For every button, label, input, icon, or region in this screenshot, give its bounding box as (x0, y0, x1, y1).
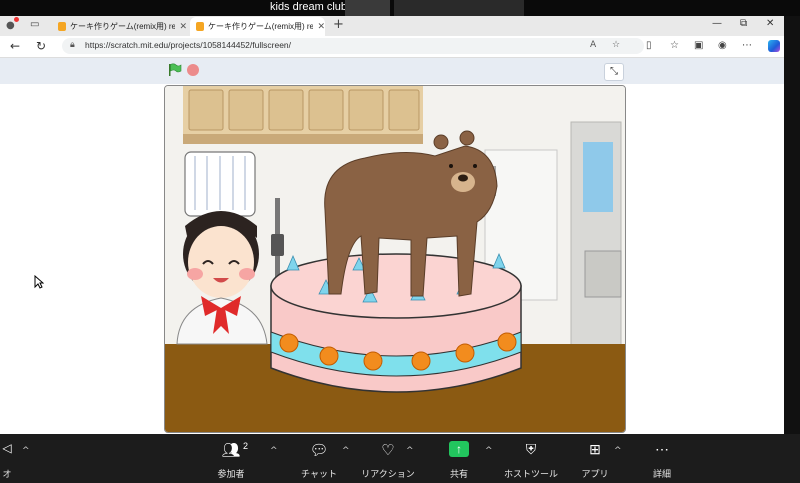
close-tab-icon[interactable]: ✕ (179, 21, 187, 32)
mouse-cursor-icon (34, 275, 44, 289)
minimize-button[interactable]: — (712, 18, 722, 29)
share-button[interactable]: ↑ 共有 (448, 441, 470, 479)
url-text: https://scratch.mit.edu/projects/1058144… (85, 40, 292, 50)
meeting-controls-bar: ◁ オ ^ 👥︎ 2 参加者 ^ 💬︎ チャット ^ ♡ リアクション ^ ↑ … (0, 434, 800, 483)
cabinet-shelf (183, 134, 423, 144)
window-scrollbar[interactable] (784, 16, 800, 434)
more-label: 詳細 (652, 469, 672, 479)
favorites-icon[interactable]: ☆ (670, 40, 679, 51)
close-tab-icon[interactable]: ✕ (317, 21, 325, 32)
participants-button[interactable]: 👥︎ 2 参加者 (216, 441, 249, 479)
shield-icon: ⛨ (525, 441, 537, 457)
apps-icon: ⊞ (589, 441, 601, 457)
meeting-top-bar: kids dream club (0, 0, 800, 16)
more-icon: ⋯ (655, 441, 669, 457)
browser-tab-active[interactable]: ケーキ作りゲーム(remix用) remix on ✕ (190, 17, 325, 36)
host-tools-label: ホストツール (503, 469, 559, 479)
notification-dot (14, 17, 19, 22)
split-screen-icon[interactable]: ▯ (646, 40, 652, 51)
scratch-favicon-icon (58, 22, 66, 31)
lock-icon[interactable]: 🔒︎ (70, 40, 75, 50)
caret-up-icon[interactable]: ^ (614, 446, 622, 456)
profile-icon[interactable]: ● (6, 20, 15, 31)
caret-up-icon[interactable]: ^ (22, 446, 30, 456)
tab-title: ケーキ作りゲーム(remix用) remix on (208, 22, 314, 31)
reload-button[interactable]: ↻ (36, 39, 46, 53)
microwave (584, 250, 622, 298)
scratch-stage[interactable] (164, 85, 626, 433)
participants-label: 参加者 (217, 469, 245, 479)
caret-up-icon[interactable]: ^ (342, 446, 350, 456)
more-menu-icon[interactable]: ⋯ (742, 40, 752, 51)
caret-up-icon[interactable]: ^ (270, 446, 278, 456)
caret-up-icon[interactable]: ^ (485, 446, 493, 456)
share-label: 共有 (449, 469, 469, 479)
back-button[interactable]: ← (10, 39, 20, 53)
chat-label: チャット (301, 469, 337, 479)
apps-label: アプリ (581, 469, 609, 479)
spatula (271, 234, 284, 256)
chat-icon: 💬︎ (309, 442, 329, 459)
shelf-window (583, 142, 613, 212)
exit-fullscreen-icon[interactable]: ⤡ (604, 63, 624, 81)
reactions-label: リアクション (361, 469, 415, 479)
green-flag-icon[interactable] (168, 63, 182, 77)
participant-video-thumbnail[interactable] (394, 0, 524, 16)
host-tools-button[interactable]: ⛨ ホストツール (504, 441, 558, 479)
reactions-button[interactable]: ♡ リアクション (361, 441, 415, 479)
close-window-button[interactable]: ✕ (766, 18, 774, 29)
heart-icon: ♡ (381, 442, 395, 459)
tab-title: ケーキ作りゲーム(remix用) remix on (70, 22, 176, 31)
stage-scene (165, 86, 625, 432)
extensions-icon[interactable]: ◉ (718, 40, 727, 51)
participant-video-thumbnail[interactable] (345, 0, 390, 16)
copilot-icon[interactable] (768, 40, 780, 52)
participants-icon: 👥︎ (221, 442, 241, 459)
tab-actions-icon[interactable]: ▭ (30, 19, 39, 30)
maximize-button[interactable]: ⧉ (740, 18, 747, 29)
scratch-favicon-icon (196, 22, 204, 31)
caret-up-icon[interactable]: ^ (406, 446, 414, 456)
share-screen-icon: ↑ (449, 441, 469, 457)
apps-button[interactable]: ⊞ アプリ (581, 441, 608, 479)
read-aloud-icon[interactable]: A (590, 40, 596, 50)
tab-strip: ● ▭ ケーキ作りゲーム(remix用) remix on ✕ ケーキ作りゲーム… (0, 16, 784, 36)
scratch-controls-bar: ⤡ (0, 58, 784, 84)
chat-button[interactable]: 💬︎ チャット (301, 441, 337, 479)
favorite-star-icon[interactable]: ☆ (612, 40, 620, 50)
meeting-title: kids dream club (270, 1, 348, 13)
collections-icon[interactable]: ▣ (694, 40, 703, 51)
browser-window: ● ▭ ケーキ作りゲーム(remix用) remix on ✕ ケーキ作りゲーム… (0, 16, 784, 434)
participants-count: 2 (243, 441, 249, 451)
scratch-page: ⤡ (0, 58, 784, 434)
more-button[interactable]: ⋯ 詳細 (651, 441, 673, 479)
stop-icon[interactable] (187, 64, 199, 76)
browser-tab[interactable]: ケーキ作りゲーム(remix用) remix on ✕ (52, 17, 187, 36)
cake (270, 252, 522, 393)
address-bar[interactable]: 🔒︎ https://scratch.mit.edu/projects/1058… (62, 38, 644, 54)
new-tab-button[interactable]: + (333, 17, 344, 32)
audio-label: オ (2, 469, 12, 479)
chef-character (176, 151, 268, 345)
audio-button[interactable]: ◁ オ (0, 441, 14, 479)
browser-toolbar: ← ↻ 🔒︎ https://scratch.mit.edu/projects/… (0, 36, 784, 58)
speaker-icon: ◁ (2, 441, 12, 455)
